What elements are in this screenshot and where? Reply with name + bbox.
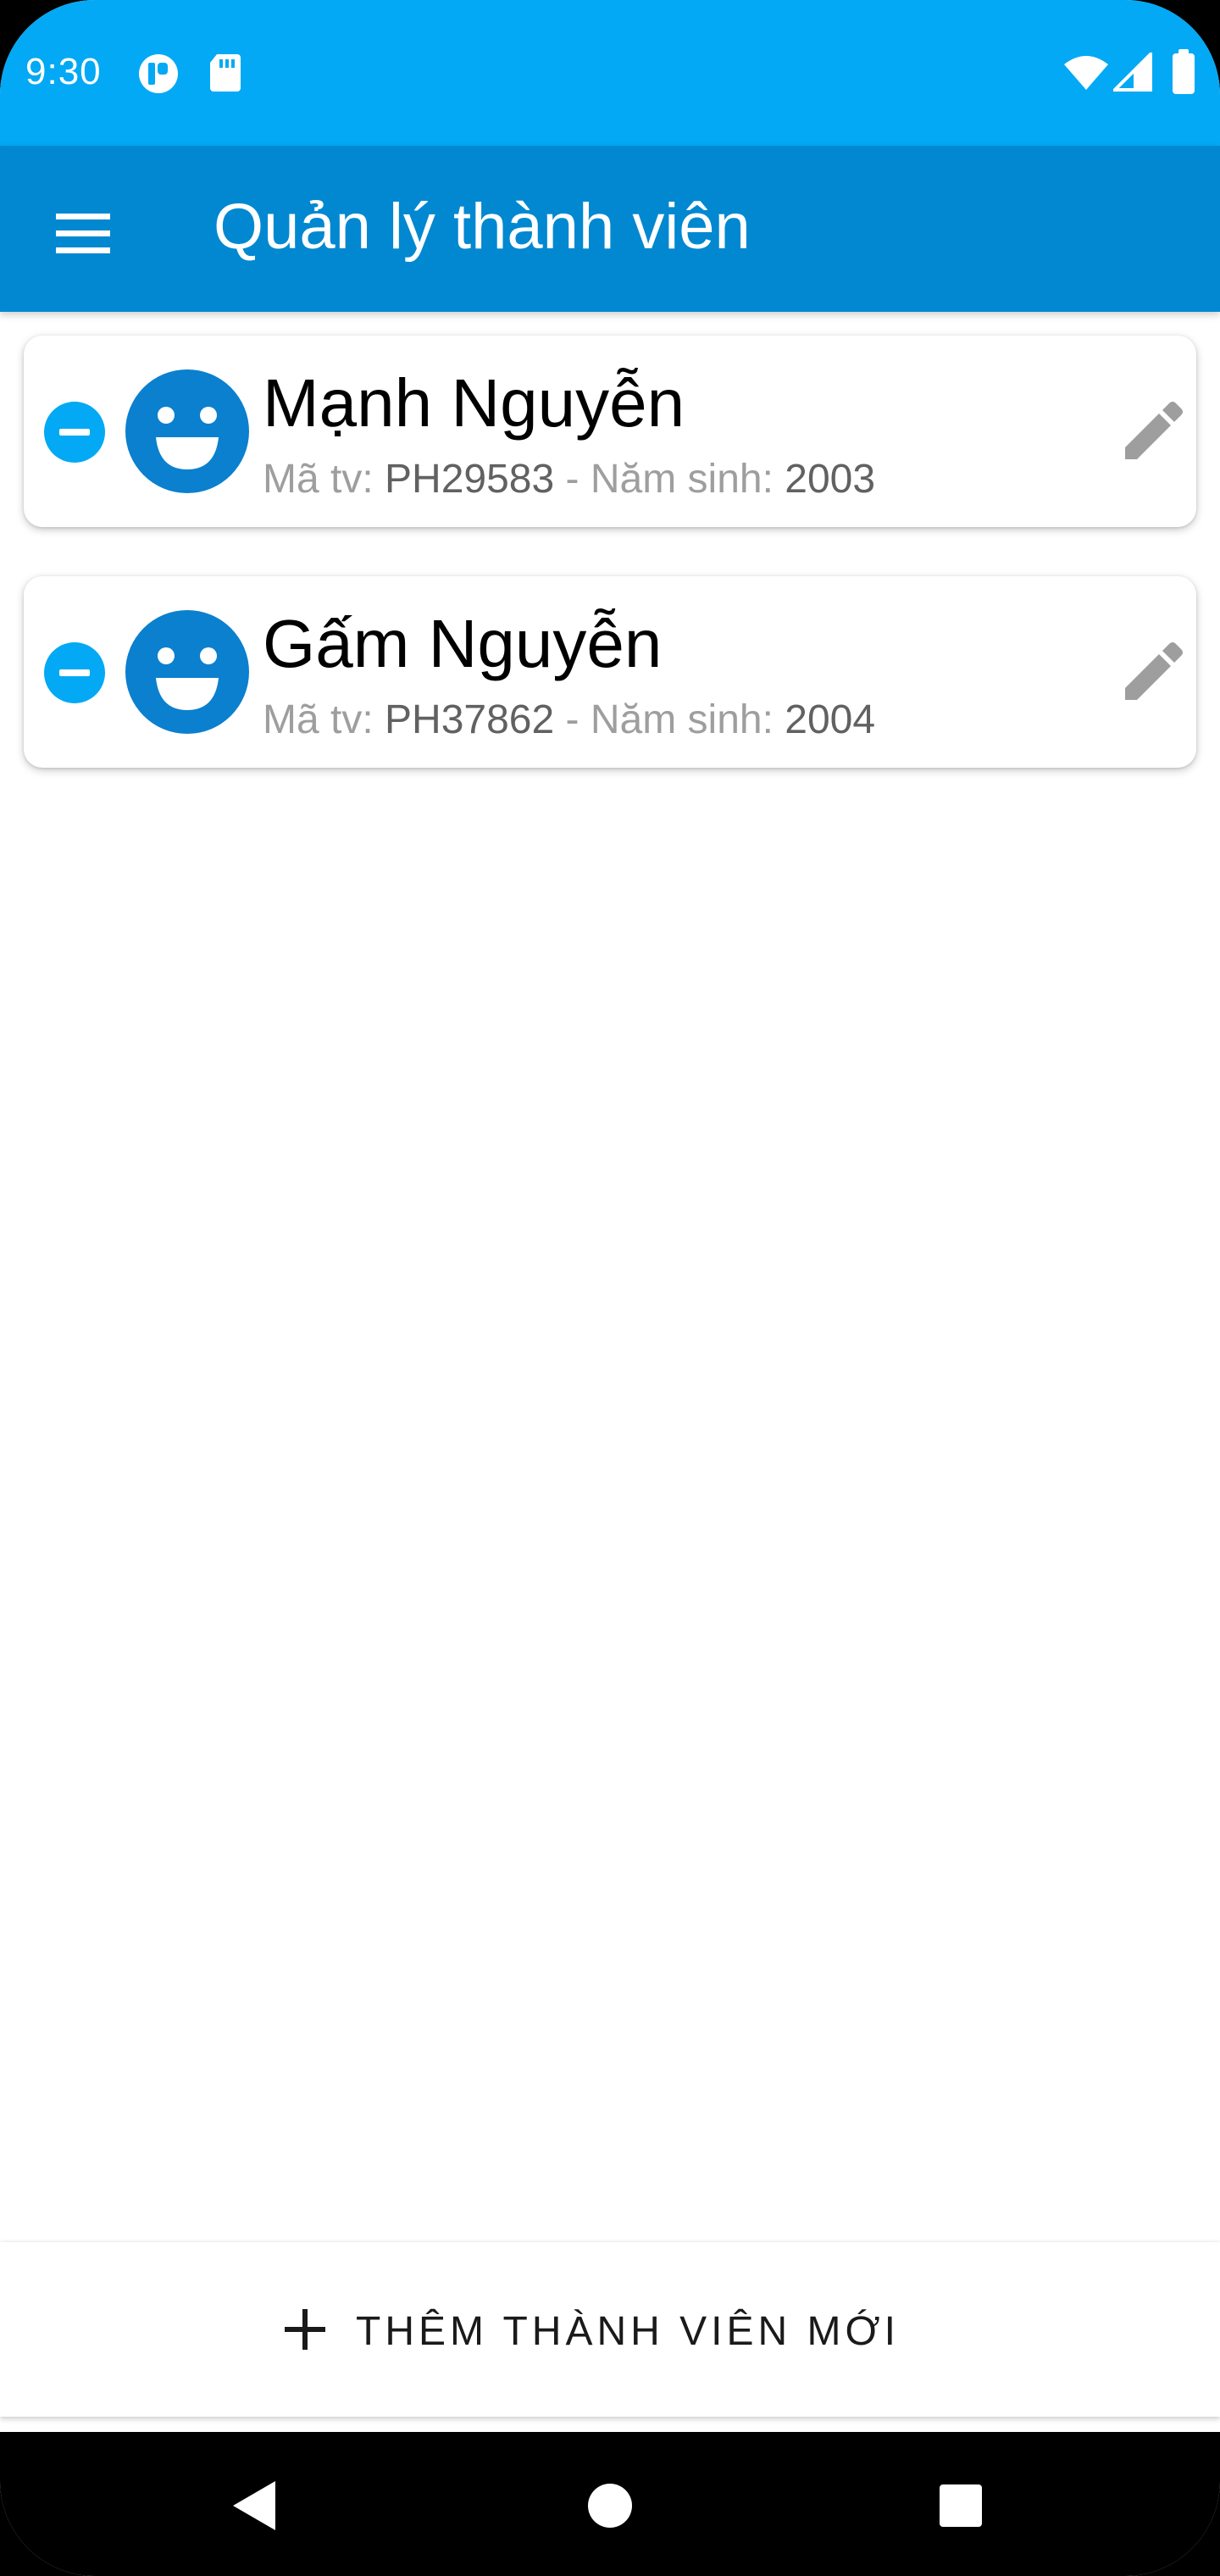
menu-icon[interactable] — [41, 192, 125, 276]
member-year-label: Năm sinh: — [590, 457, 785, 502]
status-bar: 9:30 — [0, 0, 1220, 146]
back-icon[interactable] — [216, 2468, 292, 2544]
home-icon[interactable] — [572, 2468, 648, 2544]
plus-icon — [280, 2304, 330, 2359]
sd-card-icon — [208, 53, 242, 97]
member-card[interactable]: Gấm Nguyễn Mã tv: PH37862 - Năm sinh: 20… — [24, 576, 1196, 768]
signal-icon — [1111, 50, 1152, 96]
meta-separator: - — [554, 697, 591, 742]
member-card[interactable]: Mạnh Nguyễn Mã tv: PH29583 - Năm sinh: 2… — [24, 336, 1196, 527]
edit-pencil-icon[interactable] — [1117, 395, 1190, 468]
app-notification-icon — [137, 53, 180, 99]
add-member-label: THÊM THÀNH VIÊN MỚI — [356, 2308, 900, 2354]
remove-member-icon[interactable] — [44, 402, 105, 463]
member-id: PH29583 — [385, 457, 555, 502]
member-name: Mạnh Nguyễn — [263, 365, 685, 441]
add-member-button[interactable]: THÊM THÀNH VIÊN MỚI — [280, 2293, 900, 2369]
recents-icon[interactable] — [923, 2468, 999, 2544]
system-nav-bar — [0, 2432, 1220, 2576]
meta-separator: - — [554, 457, 591, 502]
battery-icon — [1171, 49, 1196, 99]
member-id-label: Mã tv: — [263, 697, 385, 742]
avatar-smiley-icon — [125, 610, 249, 734]
wifi-icon — [1062, 54, 1110, 96]
member-meta: Mã tv: PH29583 - Năm sinh: 2003 — [263, 456, 875, 502]
edit-pencil-icon[interactable] — [1117, 636, 1190, 708]
status-time: 9:30 — [25, 51, 102, 92]
member-year: 2003 — [785, 457, 876, 502]
member-year: 2004 — [785, 697, 876, 742]
add-member-bar: THÊM THÀNH VIÊN MỚI — [0, 2242, 1220, 2417]
page-title: Quản lý thành viên — [214, 191, 751, 263]
remove-member-icon[interactable] — [44, 642, 105, 703]
member-id: PH37862 — [385, 697, 555, 742]
member-year-label: Năm sinh: — [590, 697, 785, 742]
phone-screen: 9:30 Quản lý thành viên Mạnh Nguyễn Mã t… — [0, 0, 1220, 2576]
avatar-smiley-icon — [125, 369, 249, 493]
app-bar: Quản lý thành viên — [0, 146, 1220, 312]
member-meta: Mã tv: PH37862 - Năm sinh: 2004 — [263, 697, 875, 743]
member-name: Gấm Nguyễn — [263, 606, 663, 681]
member-id-label: Mã tv: — [263, 457, 385, 502]
